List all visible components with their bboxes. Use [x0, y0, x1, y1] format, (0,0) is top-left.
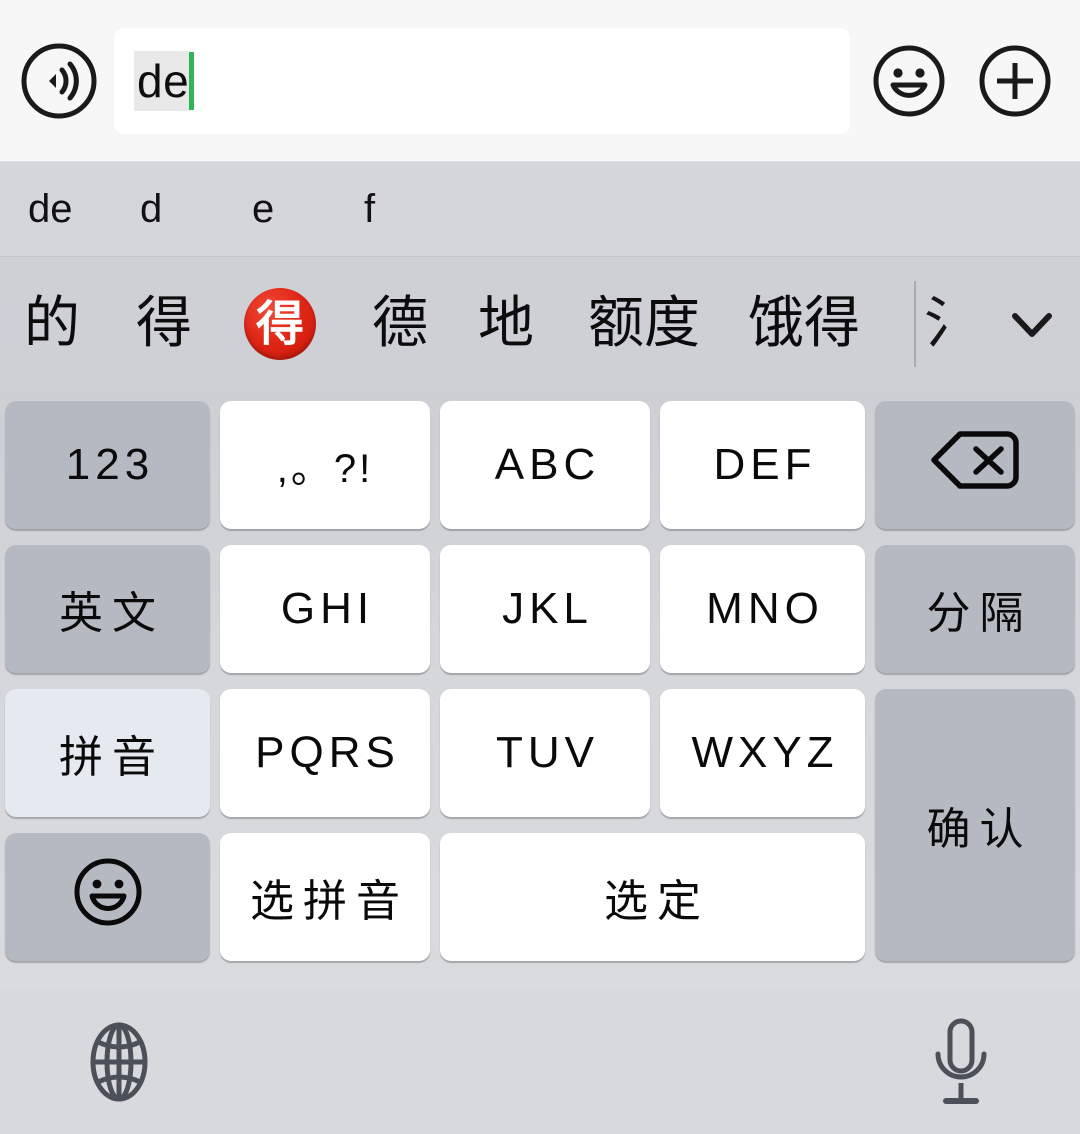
key-wxyz[interactable]: WXYZ [660, 689, 865, 817]
globe-icon[interactable] [76, 1014, 162, 1110]
message-text-input[interactable]: de [114, 27, 850, 134]
candidate-divider [914, 281, 916, 367]
key-label: 123 [65, 440, 155, 489]
message-input-bar: de [0, 0, 1080, 162]
key-backspace[interactable] [875, 401, 1075, 529]
key-abc[interactable]: ABC [440, 401, 650, 529]
composing-text: de [134, 50, 191, 111]
candidate-item[interactable]: 的 [24, 296, 80, 352]
key-ghi[interactable]: GHI [220, 545, 430, 673]
key-label: DEF [713, 440, 817, 489]
key-label: ABC [494, 440, 601, 489]
keyboard-panel: 123 ,。?! ABC DEF 英文 GHI JKL MNO 分隔拼音 PQRS TUV WXYZ 确… [0, 391, 1080, 990]
key-label: WXYZ [691, 728, 839, 777]
key-label: 英文 [59, 588, 165, 639]
key-choose-pinyin[interactable]: 选拼音 [220, 833, 430, 961]
candidate-item[interactable]: 得 [244, 288, 316, 360]
key-123[interactable]: 123 [5, 401, 210, 529]
chinese-pinyin-keyboard-screen: de de d e f 的得得德地额度 饿得 123 ,。?! ABC DEF … [0, 0, 1080, 1134]
microphone-icon[interactable] [918, 1014, 1004, 1110]
key-label: MNO [706, 584, 824, 633]
key-punctuation[interactable]: ,。?! [220, 401, 430, 529]
candidate-emoji-badge: 得 [244, 288, 316, 360]
candidate-item[interactable]: 饿得 [748, 296, 860, 352]
key-label: 确认 [926, 804, 1033, 855]
backspace-icon [929, 429, 1021, 502]
key-pqrs[interactable]: PQRS [220, 689, 430, 817]
pinyin-segment[interactable]: e [252, 187, 312, 232]
key-separator[interactable]: 分隔 [875, 545, 1075, 673]
candidate-item[interactable]: 地 [478, 296, 534, 352]
key-confirm[interactable]: 确认 [875, 689, 1075, 961]
keyboard-bottom-bar [0, 990, 1080, 1134]
keyboard-grid: 123 ,。?! ABC DEF 英文 GHI JKL MNO 分隔拼音 PQRS TUV WXYZ 确… [5, 399, 1075, 961]
key-label: PQRS [255, 728, 400, 777]
key-label: GHI [280, 584, 375, 633]
key-label: JKL [502, 584, 593, 633]
key-label: 选定 [604, 876, 710, 927]
voice-wave-icon[interactable] [18, 40, 100, 122]
candidate-item[interactable]: 氵 [924, 296, 950, 352]
smiley-face-icon [71, 855, 145, 940]
candidate-item[interactable]: 得 [136, 296, 192, 352]
text-caret [189, 51, 195, 110]
plus-circle-icon[interactable] [974, 40, 1056, 122]
key-def[interactable]: DEF [660, 401, 865, 529]
candidate-item[interactable]: 德 [372, 296, 428, 352]
key-mno[interactable]: MNO [660, 545, 865, 673]
key-emoji[interactable] [5, 833, 210, 961]
candidate-item[interactable]: 额度 [588, 296, 700, 352]
key-label: TUV [496, 728, 599, 777]
smiley-face-icon[interactable] [868, 40, 950, 122]
key-select[interactable]: 选定 [440, 833, 865, 961]
key-label: ,。?! [276, 447, 374, 491]
key-jkl[interactable]: JKL [440, 545, 650, 673]
key-english-mode[interactable]: 英文 [5, 545, 210, 673]
candidate-list: 的得得德地额度饿得氵 [0, 281, 984, 367]
key-tuv[interactable]: TUV [440, 689, 650, 817]
key-pinyin-mode[interactable]: 拼音 [5, 689, 210, 817]
key-label: 分隔 [926, 588, 1033, 639]
pinyin-segment[interactable]: f [364, 187, 424, 232]
key-label: 拼音 [59, 732, 165, 783]
input-bar-actions [868, 40, 1062, 122]
pinyin-segment[interactable]: de [28, 187, 88, 232]
candidate-bar: 的得得德地额度饿得氵 [0, 257, 1080, 391]
chevron-down-icon[interactable] [984, 257, 1080, 391]
pinyin-segment-bar: de d e f [0, 162, 1080, 257]
pinyin-segment[interactable]: d [140, 187, 200, 232]
key-label: 选拼音 [250, 876, 409, 927]
